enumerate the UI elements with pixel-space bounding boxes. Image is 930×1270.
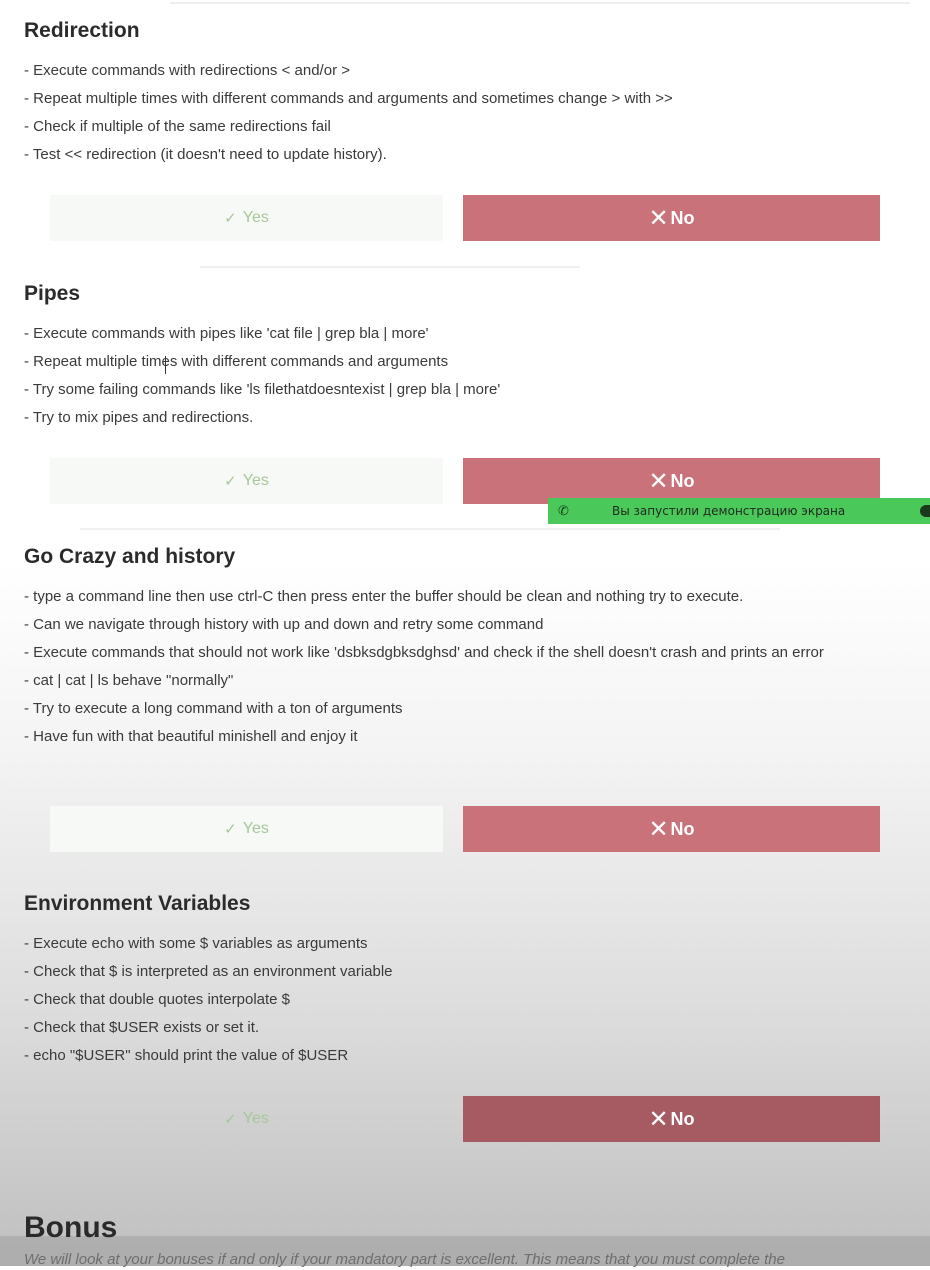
no-button[interactable]: ✕ No (463, 1096, 880, 1142)
x-icon: ✕ (648, 815, 669, 843)
check-line: - Try to execute a long command with a t… (24, 700, 403, 717)
section-lines: - Execute echo with some $ variables as … (24, 930, 904, 1070)
check-line: - Repeat multiple times with different c… (24, 353, 449, 370)
check-line: - Have fun with that beautiful minishell… (24, 728, 358, 745)
check-line: - Repeat multiple times with different c… (24, 90, 673, 107)
section-title: Environment Variables (24, 892, 251, 915)
check-line: - cat | cat | ls behave "normally" (24, 672, 234, 689)
answer-buttons: ✓ Yes ✕ No (50, 806, 880, 852)
check-line: - Check that double quotes interpolate $ (24, 991, 291, 1008)
x-icon: ✕ (648, 204, 669, 232)
screen-share-text: Вы запустили демонстрацию экрана (612, 504, 846, 518)
answer-buttons: ✓ Yes ✕ No (50, 195, 880, 241)
section-divider (80, 528, 780, 530)
yes-button[interactable]: ✓ Yes (50, 1096, 443, 1142)
no-label: No (670, 207, 695, 228)
check-line: - Execute echo with some $ variables as … (24, 935, 368, 952)
x-icon: ✕ (648, 467, 669, 495)
section-pipes: Pipes - Execute commands with pipes like… (24, 280, 904, 432)
check-line: - Execute commands with pipes like 'cat … (24, 325, 429, 342)
yes-label: Yes (242, 472, 269, 489)
bonus-title: Bonus (24, 1211, 118, 1244)
no-label: No (670, 818, 695, 839)
check-circle-icon: ✓ (224, 821, 237, 838)
bonus-text: We will look at your bonuses if and only… (24, 1251, 785, 1268)
top-divider (170, 2, 910, 4)
no-label: No (670, 470, 695, 491)
no-label: No (670, 1108, 695, 1129)
yes-button[interactable]: ✓ Yes (50, 458, 443, 504)
check-line: - Execute commands with redirections < a… (24, 62, 350, 79)
yes-button[interactable]: ✓ Yes (50, 806, 443, 852)
answer-buttons: ✓ Yes ✕ No (50, 1096, 880, 1142)
check-line: - echo "$USER" should print the value of… (24, 1047, 349, 1064)
section-title: Go Crazy and history (24, 545, 236, 568)
section-lines: - Execute commands with redirections < a… (24, 57, 904, 169)
check-line: - type a command line then use ctrl-C th… (24, 588, 744, 605)
check-circle-icon: ✓ (224, 210, 237, 227)
check-circle-icon: ✓ (224, 1111, 237, 1128)
section-title: Pipes (24, 282, 81, 305)
section-redirection: Redirection - Execute commands with redi… (24, 17, 904, 169)
no-button[interactable]: ✕ No (463, 195, 880, 241)
section-lines: - Execute commands with pipes like 'cat … (24, 320, 904, 432)
section-divider (200, 266, 580, 268)
yes-label: Yes (242, 820, 269, 837)
yes-label: Yes (242, 1110, 269, 1127)
screen-share-banner[interactable]: ✆ Вы запустили демонстрацию экрана (548, 498, 930, 524)
check-line: - Execute commands that should not work … (24, 644, 824, 661)
check-line: - Test << redirection (it doesn't need t… (24, 146, 387, 163)
check-line: - Can we navigate through history with u… (24, 616, 544, 633)
yes-button[interactable]: ✓ Yes (50, 195, 443, 241)
check-line: - Check if multiple of the same redirect… (24, 118, 331, 135)
phone-icon: ✆ (558, 503, 569, 518)
text-cursor (165, 356, 166, 374)
no-button[interactable]: ✕ No (463, 806, 880, 852)
check-circle-icon: ✓ (224, 473, 237, 490)
check-line: - Check that $ is interpreted as an envi… (24, 963, 393, 980)
banner-handle[interactable] (920, 505, 930, 517)
section-lines: - type a command line then use ctrl-C th… (24, 583, 904, 751)
x-icon: ✕ (648, 1105, 669, 1133)
yes-label: Yes (242, 209, 269, 226)
section-title: Redirection (24, 19, 140, 42)
check-line: - Try to mix pipes and redirections. (24, 409, 254, 426)
check-line: - Try some failing commands like 'ls fil… (24, 381, 501, 398)
section-go-crazy-history: Go Crazy and history - type a command li… (24, 543, 904, 751)
check-line: - Check that $USER exists or set it. (24, 1019, 260, 1036)
section-environment-variables: Environment Variables - Execute echo wit… (24, 890, 904, 1070)
